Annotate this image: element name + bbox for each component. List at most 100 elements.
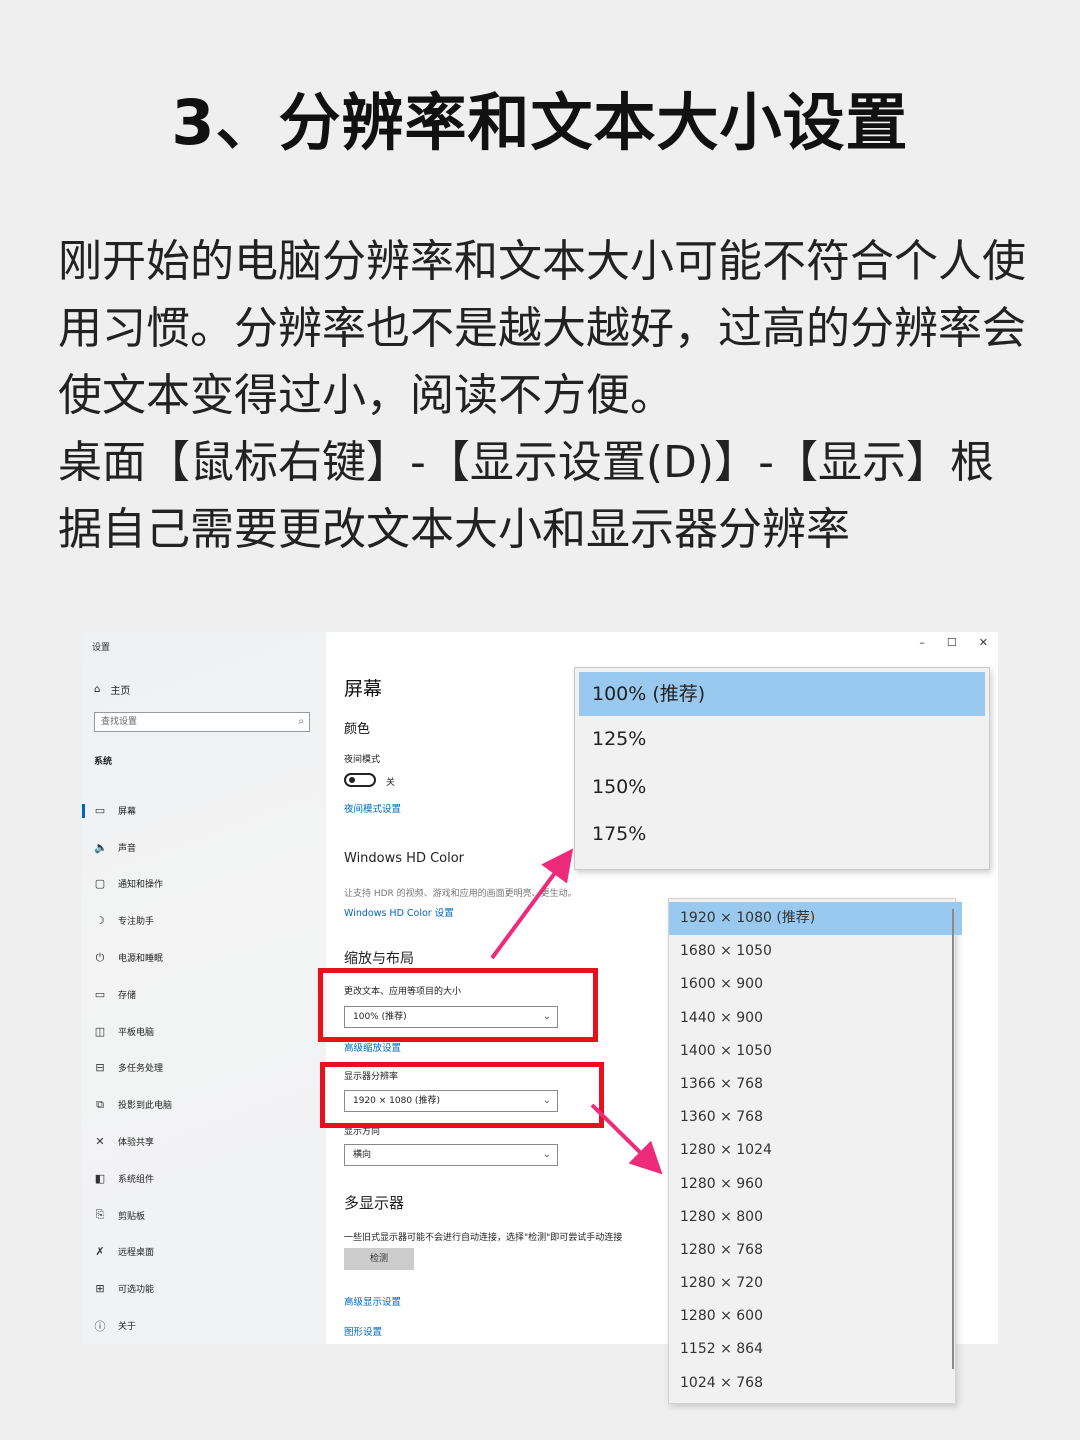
resolution-option[interactable]: 1600 × 900 <box>669 968 955 1001</box>
search-placeholder: 查找设置 <box>101 717 138 727</box>
power-icon: ⏻ <box>95 950 105 964</box>
close-icon[interactable]: ✕ <box>979 636 988 649</box>
sidebar-item[interactable]: 🔈 声音 <box>82 829 326 866</box>
minimize-icon[interactable]: – <box>919 636 925 649</box>
multi-display-description: 一些旧式显示器可能不会进行自动连接，选择"检测"即可尝试手动连接 <box>344 1233 623 1243</box>
sidebar-item[interactable]: ⓘ 关于 <box>82 1307 326 1344</box>
graphics-settings-link[interactable]: 图形设置 <box>344 1324 382 1338</box>
resolution-option[interactable]: 1400 × 1050 <box>669 1035 955 1068</box>
resolution-option[interactable]: 1280 × 960 <box>669 1168 955 1201</box>
text-size-option[interactable]: 100% (推荐) <box>579 672 985 716</box>
text-size-highlight <box>318 968 598 1042</box>
search-input[interactable]: 查找设置 ⌕ <box>94 712 310 732</box>
sidebar-nav: ▭ 屏幕 🔈 声音 ▢ 通知和操作 ☽ 专注助手 ⏻ 电源和睡眠 ▭ 存储 ◫ 平板电脑 ⊟ 多任务处理 ⧉ 投影… <box>82 792 326 1344</box>
text-size-dropdown[interactable]: 100% (推荐) 125% 150% 175% <box>574 667 990 870</box>
sidebar-item-label: 屏幕 <box>118 806 137 817</box>
monitor-icon: ▭ <box>94 803 106 817</box>
remote-icon: ✗ <box>95 1245 105 1259</box>
sidebar-item-label: 剪贴板 <box>118 1211 146 1222</box>
multi-display-heading: 多显示器 <box>344 1194 405 1212</box>
advanced-display-link[interactable]: 高级显示设置 <box>344 1294 401 1308</box>
sidebar-item[interactable]: ✗ 远程桌面 <box>82 1234 326 1271</box>
sidebar-home[interactable]: ⌂ 主页 <box>94 682 130 697</box>
sidebar-item[interactable]: ⧉ 投影到此电脑 <box>82 1086 326 1123</box>
moon-icon: ☽ <box>95 914 105 928</box>
hd-color-settings-link[interactable]: Windows HD Color 设置 <box>344 905 454 919</box>
sidebar-section-label: 系统 <box>94 757 113 767</box>
info-icon: ⓘ <box>94 1319 106 1333</box>
tablet-icon: ◫ <box>94 1024 106 1038</box>
sidebar-item[interactable]: ✕ 体验共享 <box>82 1123 326 1160</box>
sidebar-item-label: 声音 <box>118 843 137 854</box>
hd-color-description: 让支持 HDR 的视频、游戏和应用的画面更明亮、更生动。 <box>344 889 577 899</box>
orientation-select[interactable]: 横向 ⌄ <box>344 1144 558 1166</box>
sidebar-item-label: 远程桌面 <box>118 1248 155 1259</box>
night-mode-state: 关 <box>386 778 396 788</box>
project-icon: ⧉ <box>96 1097 104 1111</box>
sidebar-item-label: 体验共享 <box>118 1138 155 1149</box>
detect-button[interactable]: 检测 <box>344 1248 414 1270</box>
sidebar-item[interactable]: ⎘ 剪贴板 <box>82 1197 326 1234</box>
page-heading: 3、分辨率和文本大小设置 <box>171 86 909 159</box>
text-size-option[interactable]: 175% <box>575 811 989 859</box>
sidebar-item[interactable]: ⊟ 多任务处理 <box>82 1050 326 1087</box>
sidebar-item-label: 关于 <box>118 1322 137 1333</box>
window-controls: – ☐ ✕ <box>919 636 988 649</box>
window-title: 设置 <box>92 643 111 653</box>
page-title: 屏幕 <box>344 678 383 700</box>
notification-icon: ▢ <box>94 877 106 891</box>
sidebar-item-label: 多任务处理 <box>118 1064 164 1075</box>
advanced-scale-link[interactable]: 高级缩放设置 <box>344 1040 401 1054</box>
resolution-option[interactable]: 1280 × 720 <box>669 1267 955 1300</box>
night-mode-toggle[interactable] <box>344 773 376 787</box>
resolution-highlight <box>320 1062 604 1128</box>
sidebar-item[interactable]: ⏻ 电源和睡眠 <box>82 939 326 976</box>
home-icon: ⌂ <box>94 684 101 695</box>
resolution-option[interactable]: 1360 × 768 <box>669 1101 955 1134</box>
chevron-down-icon: ⌄ <box>542 1149 551 1160</box>
resolution-option[interactable]: 1152 × 864 <box>669 1333 955 1366</box>
multitask-icon: ⊟ <box>95 1061 105 1075</box>
sidebar-item[interactable]: ▭ 屏幕 <box>82 792 326 829</box>
resolution-option[interactable]: 1280 × 800 <box>669 1201 955 1234</box>
night-mode-settings-link[interactable]: 夜间模式设置 <box>344 801 401 815</box>
hd-color-heading: Windows HD Color <box>344 851 465 866</box>
resolution-option[interactable]: 1440 × 900 <box>669 1002 955 1035</box>
sidebar-item-label: 专注助手 <box>118 917 155 928</box>
resolution-option[interactable]: 1680 × 1050 <box>669 935 955 968</box>
sidebar-home-label: 主页 <box>110 686 131 697</box>
components-icon: ◧ <box>94 1171 106 1185</box>
clipboard-icon: ⎘ <box>95 1208 105 1222</box>
resolution-option[interactable]: 1280 × 600 <box>669 1300 955 1333</box>
color-heading: 颜色 <box>344 722 371 737</box>
sidebar-item[interactable]: ▭ 存储 <box>82 976 326 1013</box>
sidebar-item[interactable]: ⊞ 可选功能 <box>82 1270 326 1307</box>
sidebar-item-label: 平板电脑 <box>118 1027 155 1038</box>
resolution-option[interactable]: 1920 × 1080 (推荐) <box>669 902 962 936</box>
dropdown-scrollbar[interactable] <box>952 909 954 1369</box>
resolution-option[interactable]: 1024 × 768 <box>669 1367 955 1400</box>
intro-paragraph-1: 刚开始的电脑分辨率和文本大小可能不符合个人使用习惯。分辨率也不是越大越好，过高的… <box>58 236 1026 421</box>
sidebar-item[interactable]: ◧ 系统组件 <box>82 1160 326 1197</box>
sidebar-item-label: 通知和操作 <box>118 880 164 891</box>
resolution-option-list: 1920 × 1080 (推荐) 1680 × 1050 1600 × 900 144… <box>669 902 962 1400</box>
share-icon: ✕ <box>95 1135 105 1149</box>
maximize-icon[interactable]: ☐ <box>947 636 957 649</box>
sidebar-item[interactable]: ▢ 通知和操作 <box>82 866 326 903</box>
sidebar-item-label: 系统组件 <box>118 1174 155 1185</box>
search-icon: ⌕ <box>298 716 304 727</box>
text-size-option[interactable]: 150% <box>575 764 989 812</box>
resolution-option[interactable]: 1280 × 768 <box>669 1234 955 1267</box>
sidebar-item[interactable]: ☽ 专注助手 <box>82 902 326 939</box>
sidebar-item-label: 存储 <box>118 990 137 1001</box>
speaker-icon: 🔈 <box>94 840 108 854</box>
text-size-option[interactable]: 125% <box>575 716 989 764</box>
resolution-dropdown[interactable]: 1920 × 1080 (推荐) 1680 × 1050 1600 × 900 144… <box>668 898 962 1404</box>
storage-icon: ▭ <box>94 987 106 1001</box>
resolution-option[interactable]: 1280 × 1024 <box>669 1134 955 1167</box>
resolution-option[interactable]: 1366 × 768 <box>669 1068 955 1101</box>
sidebar-item[interactable]: ◫ 平板电脑 <box>82 1013 326 1050</box>
orientation-value: 横向 <box>353 1150 372 1160</box>
night-mode-label: 夜间模式 <box>344 755 381 765</box>
sidebar-item-label: 可选功能 <box>118 1285 155 1296</box>
